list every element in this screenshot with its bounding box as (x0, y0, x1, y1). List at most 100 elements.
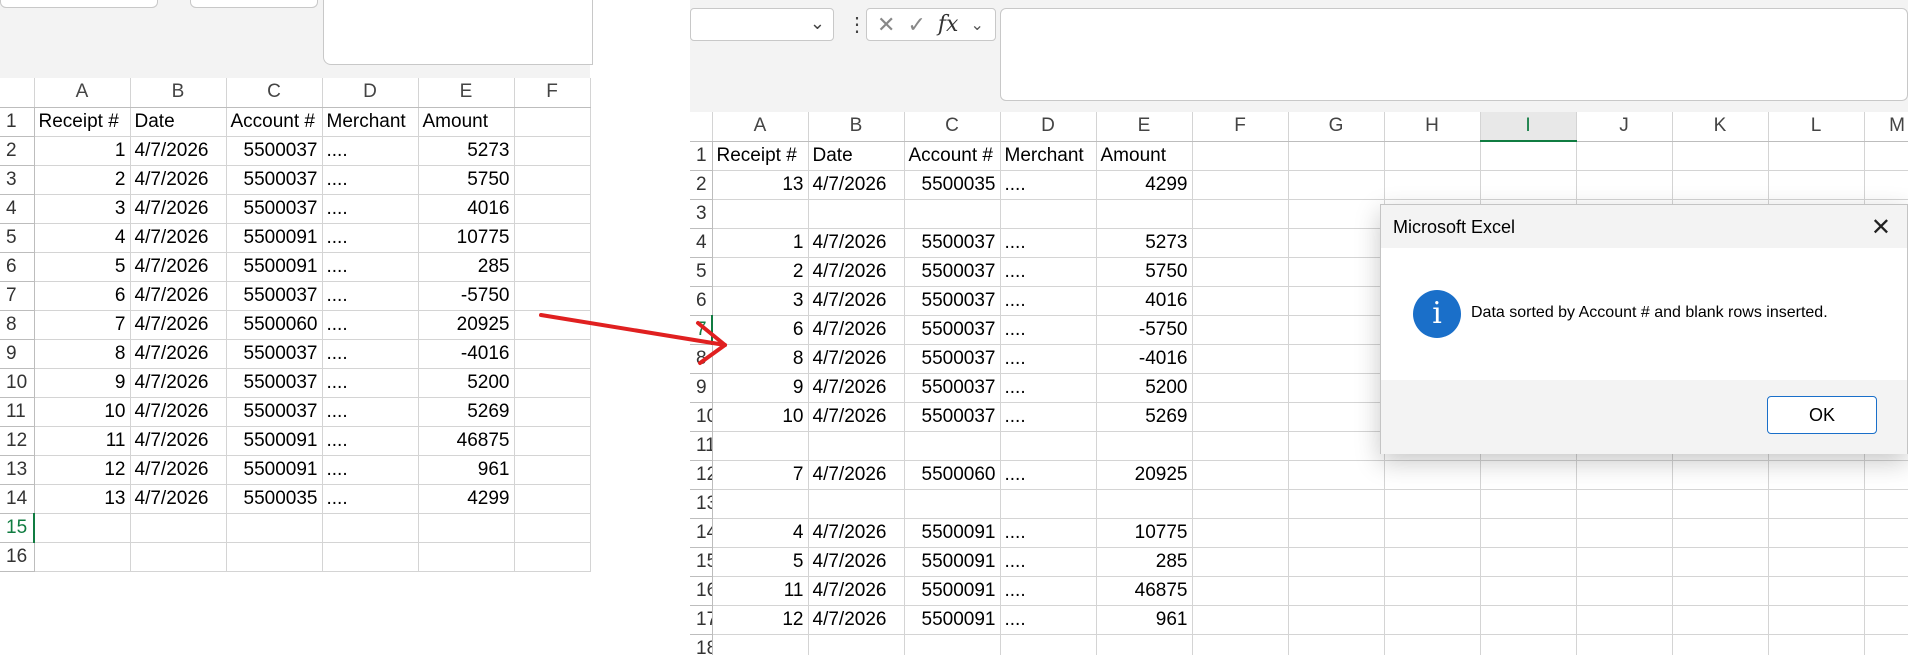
cell[interactable] (514, 542, 591, 572)
cell[interactable]: .... (1000, 170, 1097, 200)
cell[interactable]: 5500037 (226, 339, 323, 369)
row-header[interactable]: 18 (690, 634, 713, 655)
cell[interactable]: .... (1000, 286, 1097, 316)
cell[interactable]: 4/7/2026 (808, 547, 905, 577)
cell[interactable]: .... (1000, 547, 1097, 577)
row-header[interactable]: 17 (690, 605, 713, 635)
cell[interactable]: Receipt # (34, 107, 131, 137)
cell[interactable]: 961 (418, 455, 515, 485)
cell[interactable] (1672, 518, 1769, 548)
cell[interactable] (1000, 199, 1097, 229)
cell[interactable] (1384, 489, 1481, 519)
cell[interactable] (226, 542, 323, 572)
row-header[interactable]: 16 (690, 576, 713, 606)
column-header[interactable]: A (34, 78, 131, 108)
cell[interactable]: 5500037 (904, 228, 1001, 258)
cancel-icon[interactable]: ✕ (877, 12, 895, 38)
row-header[interactable]: 11 (690, 431, 713, 461)
column-header[interactable]: K (1672, 112, 1769, 142)
cell[interactable] (904, 431, 1001, 461)
row-header[interactable]: 1 (690, 141, 713, 171)
cell[interactable]: .... (1000, 257, 1097, 287)
cell[interactable] (1864, 605, 1908, 635)
cell[interactable] (1192, 431, 1289, 461)
cell[interactable] (1192, 576, 1289, 606)
cell[interactable]: .... (322, 484, 419, 514)
cell[interactable] (1576, 489, 1673, 519)
row-header[interactable]: 11 (0, 397, 35, 427)
ok-button[interactable]: OK (1767, 396, 1877, 434)
cell[interactable]: 4/7/2026 (130, 455, 227, 485)
cell[interactable]: 4/7/2026 (130, 252, 227, 282)
cell[interactable] (1576, 634, 1673, 655)
cell[interactable] (1768, 460, 1865, 490)
cell[interactable] (1480, 460, 1577, 490)
cell[interactable] (1768, 518, 1865, 548)
cell[interactable]: 5750 (1096, 257, 1193, 287)
cell[interactable]: Receipt # (712, 141, 809, 171)
cell[interactable]: 5500037 (904, 344, 1001, 374)
cell[interactable] (1288, 460, 1385, 490)
row-header[interactable]: 1 (0, 107, 35, 137)
cell[interactable] (1768, 489, 1865, 519)
cell[interactable]: 5500037 (904, 373, 1001, 403)
cell[interactable] (1192, 489, 1289, 519)
cell[interactable]: 4/7/2026 (130, 165, 227, 195)
cell[interactable]: .... (322, 165, 419, 195)
cell[interactable] (1672, 576, 1769, 606)
cell[interactable] (1672, 489, 1769, 519)
cell[interactable]: 9 (34, 368, 131, 398)
cell[interactable]: .... (322, 136, 419, 166)
cell[interactable] (1672, 634, 1769, 655)
cell[interactable] (514, 223, 591, 253)
cell[interactable] (514, 252, 591, 282)
cell[interactable]: Merchant (1000, 141, 1097, 171)
cell[interactable]: 4 (34, 223, 131, 253)
cell[interactable]: 5500037 (904, 315, 1001, 345)
cell[interactable] (808, 489, 905, 519)
cell[interactable] (1576, 605, 1673, 635)
row-header[interactable]: 4 (0, 194, 35, 224)
cell[interactable] (1576, 576, 1673, 606)
cell[interactable]: 4/7/2026 (808, 402, 905, 432)
cell[interactable]: 1 (712, 228, 809, 258)
cell[interactable]: .... (1000, 344, 1097, 374)
cell[interactable] (1288, 344, 1385, 374)
cell[interactable] (1096, 431, 1193, 461)
cell[interactable]: 4/7/2026 (808, 228, 905, 258)
row-header[interactable]: 16 (0, 542, 35, 572)
row-header[interactable]: 13 (690, 489, 713, 519)
row-header[interactable]: 3 (690, 199, 713, 229)
cell[interactable] (322, 513, 419, 543)
cell[interactable] (1864, 576, 1908, 606)
cell[interactable]: .... (1000, 576, 1097, 606)
row-header[interactable]: 12 (690, 460, 713, 490)
cell[interactable] (34, 542, 131, 572)
cell[interactable]: 5500091 (226, 455, 323, 485)
cell[interactable]: 4/7/2026 (130, 339, 227, 369)
cell[interactable] (1288, 518, 1385, 548)
cell[interactable]: 13 (34, 484, 131, 514)
cell[interactable] (1480, 576, 1577, 606)
cell[interactable] (1288, 286, 1385, 316)
cell[interactable] (808, 431, 905, 461)
cell[interactable] (1192, 605, 1289, 635)
cell[interactable]: 5 (34, 252, 131, 282)
cell[interactable] (514, 165, 591, 195)
cell[interactable]: .... (322, 397, 419, 427)
column-header[interactable]: E (418, 78, 515, 108)
column-header[interactable]: F (514, 78, 591, 108)
cell[interactable] (514, 397, 591, 427)
cell[interactable]: 4/7/2026 (808, 315, 905, 345)
cell[interactable]: 5500060 (226, 310, 323, 340)
cell[interactable]: 5500035 (226, 484, 323, 514)
chevron-down-icon[interactable]: ⌄ (970, 15, 983, 35)
cell[interactable] (1192, 402, 1289, 432)
row-header[interactable]: 5 (0, 223, 35, 253)
cell[interactable] (1384, 141, 1481, 171)
cell[interactable]: 4299 (418, 484, 515, 514)
cell[interactable] (712, 431, 809, 461)
cell[interactable]: .... (322, 223, 419, 253)
cell[interactable] (808, 199, 905, 229)
column-header[interactable]: C (226, 78, 323, 108)
